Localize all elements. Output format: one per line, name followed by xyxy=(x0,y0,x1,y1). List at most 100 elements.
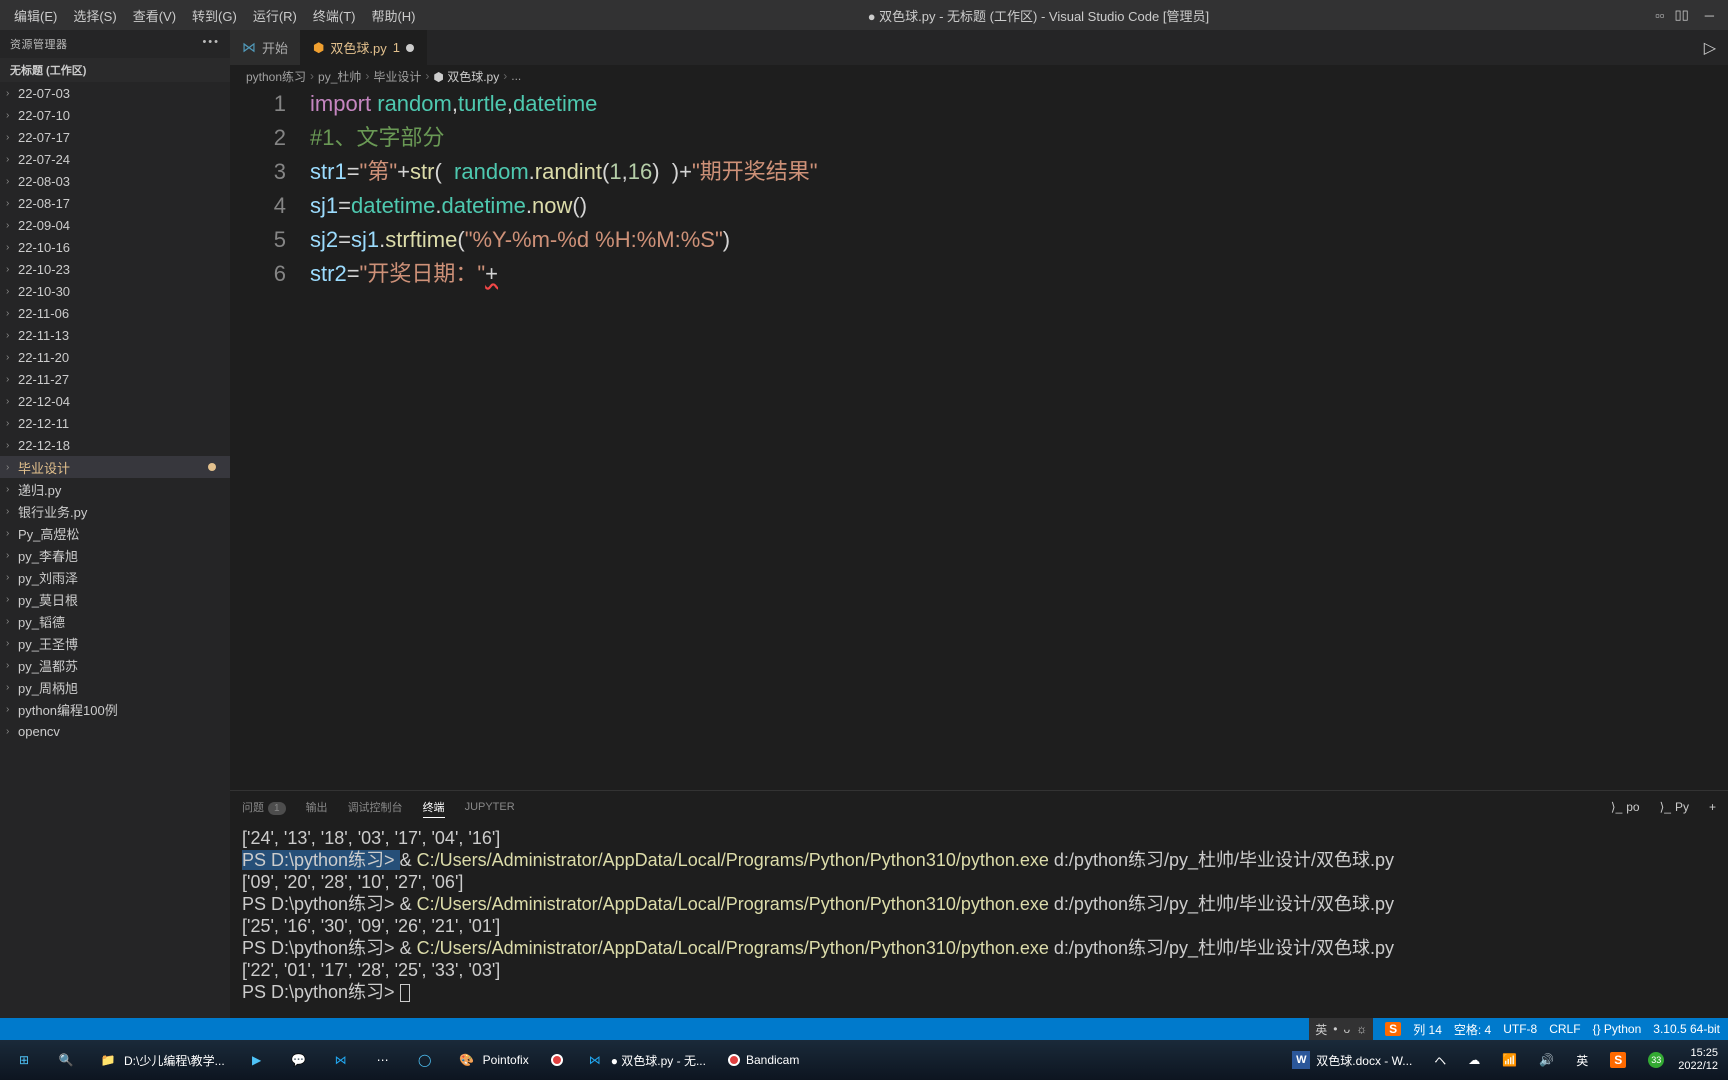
status-python[interactable]: 3.10.5 64-bit xyxy=(1653,1022,1720,1036)
tree-folder[interactable]: › 22-11-20 xyxy=(0,346,230,368)
tree-item[interactable]: › py_李春旭 xyxy=(0,544,230,566)
title-bar: 编辑(E) 选择(S) 查看(V) 转到(G) 运行(R) 终端(T) 帮助(H… xyxy=(0,0,1728,30)
crumb[interactable]: 毕业设计 xyxy=(373,68,421,85)
tree-folder[interactable]: › 22-09-04 xyxy=(0,214,230,236)
tree-item[interactable]: › py_韬德 xyxy=(0,610,230,632)
tree-folder[interactable]: › 22-10-30 xyxy=(0,280,230,302)
menu-edit[interactable]: 编辑(E) xyxy=(8,4,63,27)
tree-item[interactable]: › py_刘雨泽 xyxy=(0,566,230,588)
status-eol[interactable]: CRLF xyxy=(1549,1022,1580,1036)
status-lang[interactable]: {} Python xyxy=(1593,1022,1642,1036)
taskbar-vscode[interactable]: ⋈ xyxy=(323,1044,359,1076)
tree-folder[interactable]: › 22-11-27 xyxy=(0,368,230,390)
terminal-instance[interactable]: ⟩_ Py xyxy=(1660,800,1689,814)
panel-tab[interactable]: 输出 xyxy=(306,797,328,817)
status-encoding[interactable]: UTF-8 xyxy=(1503,1022,1537,1036)
tray-volume[interactable]: 🔊 xyxy=(1531,1044,1562,1076)
taskbar-vscode-window[interactable]: ⋈● 双色球.py - 无... xyxy=(577,1044,714,1076)
tab-label: 双色球.py xyxy=(330,38,386,57)
tree-folder[interactable]: › 22-10-23 xyxy=(0,258,230,280)
tree-folder[interactable]: › 22-10-16 xyxy=(0,236,230,258)
modified-dot-icon xyxy=(406,44,414,52)
tree-folder[interactable]: › 22-07-10 xyxy=(0,104,230,126)
explorer-label: 资源管理器 xyxy=(10,36,68,52)
tray-sogou[interactable]: S xyxy=(1602,1044,1634,1076)
tree-item[interactable]: › py_温都苏 xyxy=(0,654,230,676)
taskbar-record[interactable] xyxy=(543,1044,571,1076)
status-col[interactable]: 列 14 xyxy=(1413,1021,1442,1038)
code-editor[interactable]: 123456 import random,turtle,datetime#1、文… xyxy=(230,87,1728,790)
menu-run[interactable]: 运行(R) xyxy=(247,4,303,27)
run-button[interactable]: ▷ xyxy=(1692,30,1728,65)
tree-item[interactable]: › Py_高煜松 xyxy=(0,522,230,544)
menu-goto[interactable]: 转到(G) xyxy=(186,4,243,27)
more-icon[interactable]: ••• xyxy=(202,36,220,52)
taskbar-pointofix[interactable]: 🎨Pointofix xyxy=(449,1044,537,1076)
tray-network[interactable]: 📶 xyxy=(1494,1044,1525,1076)
taskbar-bandicam[interactable]: Bandicam xyxy=(720,1044,807,1076)
tree-folder[interactable]: › 22-12-04 xyxy=(0,390,230,412)
status-spaces[interactable]: 空格: 4 xyxy=(1454,1021,1491,1038)
tree-folder[interactable]: › 22-07-17 xyxy=(0,126,230,148)
code-content[interactable]: import random,turtle,datetime#1、文字部分str1… xyxy=(310,87,1728,790)
tree-item[interactable]: › 银行业务.py xyxy=(0,500,230,522)
tab-suffix: 1 xyxy=(393,40,400,55)
tree-folder[interactable]: › 22-07-03 xyxy=(0,82,230,104)
menu-bar: 编辑(E) 选择(S) 查看(V) 转到(G) 运行(R) 终端(T) 帮助(H… xyxy=(8,4,422,27)
new-terminal-button[interactable]: + xyxy=(1709,800,1716,814)
tab-welcome[interactable]: ⋈ 开始 xyxy=(230,30,301,65)
tree-item[interactable]: › py_王圣博 xyxy=(0,632,230,654)
menu-view[interactable]: 查看(V) xyxy=(127,4,182,27)
panel-tab[interactable]: 终端 xyxy=(423,797,445,818)
ime-indicator[interactable]: 英 • ᴗ ☼ xyxy=(1309,1018,1373,1040)
tab-file[interactable]: ⬢ 双色球.py 1 xyxy=(301,30,427,65)
crumb[interactable]: python练习 xyxy=(246,68,306,85)
menu-terminal[interactable]: 终端(T) xyxy=(307,4,362,27)
crumb[interactable]: py_杜帅 xyxy=(318,68,361,85)
tray-weather[interactable]: ☁ xyxy=(1460,1044,1488,1076)
taskbar-qq[interactable]: ◯ xyxy=(407,1044,443,1076)
taskbar-browser[interactable]: ▶ xyxy=(239,1044,275,1076)
taskbar-wechat[interactable]: 💬 xyxy=(281,1044,317,1076)
tree-item[interactable]: › py_周柄旭 xyxy=(0,676,230,698)
file-tree[interactable]: › 22-07-03› 22-07-10› 22-07-17› 22-07-24… xyxy=(0,82,230,1030)
workspace-title[interactable]: 无标题 (工作区) xyxy=(0,58,230,82)
tree-folder[interactable]: › 22-08-17 xyxy=(0,192,230,214)
panel-tab[interactable]: JUPYTER xyxy=(465,799,515,815)
python-icon: ⬢ xyxy=(313,40,324,56)
start-button[interactable]: ⊞ xyxy=(6,1044,42,1076)
tree-item[interactable]: › 递归.py xyxy=(0,478,230,500)
tree-item[interactable]: › python编程100例 xyxy=(0,698,230,720)
tree-folder[interactable]: › 22-12-18 xyxy=(0,434,230,456)
tree-folder[interactable]: › 22-07-24 xyxy=(0,148,230,170)
tree-folder[interactable]: › 22-11-13 xyxy=(0,324,230,346)
layout-icon[interactable]: ▫▫ xyxy=(1655,8,1664,23)
tree-folder[interactable]: › 22-08-03 xyxy=(0,170,230,192)
tray-badge[interactable]: 33 xyxy=(1640,1044,1672,1076)
terminal-instance[interactable]: ⟩_ po xyxy=(1611,800,1640,814)
tray-expand[interactable]: ヘ xyxy=(1426,1044,1454,1076)
minimize-icon[interactable]: ─ xyxy=(1699,8,1720,23)
menu-select[interactable]: 选择(S) xyxy=(67,4,122,27)
search-button[interactable]: 🔍 xyxy=(48,1044,84,1076)
breadcrumb[interactable]: python练习› py_杜帅› 毕业设计› ⬢ 双色球.py› ... xyxy=(230,65,1728,87)
window-title: ● 双色球.py - 无标题 (工作区) - Visual Studio Cod… xyxy=(422,6,1656,25)
panel-tab[interactable]: 调试控制台 xyxy=(348,797,403,817)
tree-folder[interactable]: › 22-12-11 xyxy=(0,412,230,434)
tree-folder-active[interactable]: › 毕业设计 xyxy=(0,456,230,478)
taskbar-explorer[interactable]: 📁D:\少儿编程\教学... xyxy=(90,1044,233,1076)
tree-item[interactable]: › py_莫日根 xyxy=(0,588,230,610)
windows-taskbar: ⊞ 🔍 📁D:\少儿编程\教学... ▶ 💬 ⋈ ⋯ ◯ 🎨Pointofix … xyxy=(0,1040,1728,1080)
taskbar-clock[interactable]: 15:25 2022/12 xyxy=(1678,1047,1722,1073)
panel-tab[interactable]: 问题1 xyxy=(242,797,286,817)
sogou-icon[interactable]: S xyxy=(1385,1022,1401,1036)
layout-icon[interactable]: ▯▯ xyxy=(1674,7,1688,23)
taskbar-word[interactable]: W双色球.docx - W... xyxy=(1284,1044,1420,1076)
crumb[interactable]: ⬢ 双色球.py xyxy=(433,68,499,85)
tree-item[interactable]: › opencv xyxy=(0,720,230,742)
menu-help[interactable]: 帮助(H) xyxy=(365,4,421,27)
tray-ime[interactable]: 英 xyxy=(1568,1044,1596,1076)
crumb[interactable]: ... xyxy=(511,69,521,83)
tree-folder[interactable]: › 22-11-06 xyxy=(0,302,230,324)
taskbar-app[interactable]: ⋯ xyxy=(365,1044,401,1076)
